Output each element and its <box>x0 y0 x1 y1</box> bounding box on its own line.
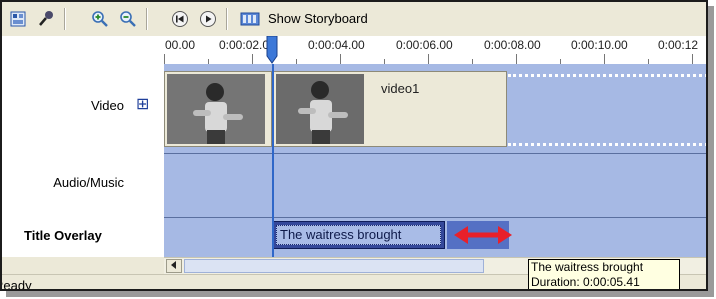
storyboard-timeline-toggle-icon[interactable] <box>6 7 30 31</box>
timeline-toolbar: Show Storyboard <box>2 2 706 36</box>
expand-video-track-icon[interactable]: ⊞ <box>136 94 149 113</box>
clip-tooltip: The waitress brought Duration: 0:00:05.4… <box>528 259 680 289</box>
ruler-tick <box>164 54 165 64</box>
zoom-out-icon[interactable] <box>116 7 140 31</box>
clip-name-label: video1 <box>381 81 420 96</box>
ruler-tick-label: 0:00:08.00 <box>484 38 541 52</box>
scroll-thumb[interactable] <box>184 259 484 273</box>
storyboard-icon[interactable] <box>238 7 262 31</box>
playhead-handle[interactable] <box>265 36 279 64</box>
playhead-line <box>272 64 274 257</box>
ruler-tick-label: 0:00:12 <box>658 38 699 52</box>
tooltip-duration: Duration: 0:00:05.41 <box>531 275 640 289</box>
ruler-tick-label: 0:00:06.00 <box>396 38 453 52</box>
ruler-tick <box>252 54 253 64</box>
ruler-tick <box>604 54 605 64</box>
title-overlay-text: The waitress brought <box>276 225 441 245</box>
ruler-tick-label: 0:00:04.00 <box>308 38 365 52</box>
status-text: Ready <box>2 278 32 291</box>
movie-maker-window: Show Storyboard Video ⊞ Audio/Music Titl… <box>0 0 708 291</box>
video-thumbnail <box>276 74 364 144</box>
ruler-tick-label: 0:00:10.00 <box>571 38 628 52</box>
track-divider <box>164 153 706 154</box>
toolbar-separator <box>226 8 228 30</box>
toolbar-separator <box>146 8 148 30</box>
video-clip-video1[interactable]: video1 <box>273 71 507 147</box>
video-clip-1[interactable] <box>164 71 272 147</box>
ruler-tick <box>516 54 517 64</box>
show-storyboard-button[interactable]: Show Storyboard <box>268 11 368 26</box>
ruler-tick <box>340 54 341 64</box>
narration-microphone-icon[interactable] <box>34 7 58 31</box>
video-track-empty-marker <box>508 143 706 146</box>
video-thumbnail <box>167 74 265 144</box>
video-track-empty-marker <box>508 74 706 77</box>
tooltip-title: The waitress brought <box>531 260 644 274</box>
timeline-ruler[interactable]: 00.00 0:00:02.00 0:00:04.00 0:00:06.00 0… <box>164 36 706 65</box>
ruler-tick <box>692 54 693 64</box>
ruler-tick <box>428 54 429 64</box>
audio-music-track-label: Audio/Music <box>53 175 124 190</box>
track-divider <box>164 217 706 218</box>
track-labels-panel: Video ⊞ Audio/Music Title Overlay <box>2 36 164 257</box>
timeline-tracks[interactable]: video1 The waitress brought <box>164 64 706 257</box>
scroll-left-arrow-icon[interactable] <box>166 259 182 273</box>
toolbar-separator <box>64 8 66 30</box>
resize-double-arrow-icon <box>454 226 512 244</box>
zoom-in-icon[interactable] <box>88 7 112 31</box>
title-overlay-track-label: Title Overlay <box>24 228 102 243</box>
play-timeline-icon[interactable] <box>196 7 220 31</box>
rewind-timeline-icon[interactable] <box>168 7 192 31</box>
title-overlay-clip[interactable]: The waitress brought <box>273 221 445 249</box>
video-track-label: Video <box>90 98 124 113</box>
ruler-tick-label: 00.00 <box>165 38 196 52</box>
